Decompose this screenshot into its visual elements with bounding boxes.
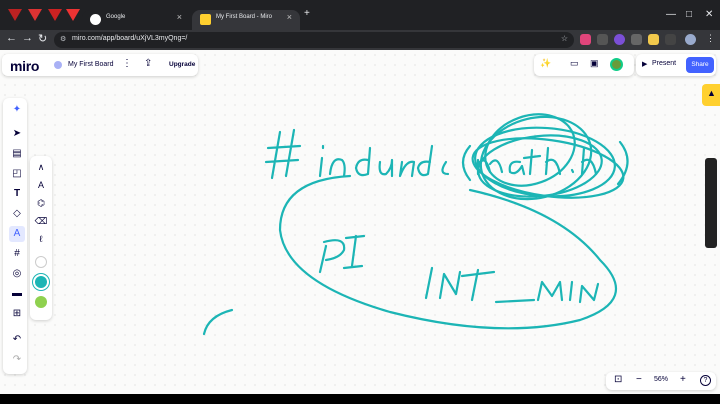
extension-icon[interactable] [631, 34, 642, 45]
freehand-drawing[interactable] [0, 50, 720, 394]
back-icon[interactable]: ← [6, 32, 17, 44]
zoom-in-icon[interactable]: + [680, 374, 686, 385]
stroke-N [438, 270, 462, 300]
stroke-h [544, 146, 562, 176]
browser-toolbar: ← → ↻ ⚙ miro.com/app/board/uXjVL3myQng=/… [0, 30, 720, 50]
stroke-l [378, 158, 394, 178]
stroke-paren-open [461, 144, 472, 182]
fit-screen-icon[interactable]: ⊡ [614, 374, 622, 385]
maximize-button[interactable]: □ [686, 9, 692, 20]
stroke-e [441, 160, 450, 176]
stroke-t [522, 148, 542, 176]
profile-avatar[interactable] [685, 34, 696, 45]
miro-favicon-icon [200, 14, 211, 25]
extension-icon[interactable] [648, 34, 659, 45]
minimize-button[interactable]: — [666, 9, 676, 20]
google-favicon-icon [90, 14, 101, 25]
zoom-level[interactable]: 56% [654, 376, 668, 383]
stroke-arc [202, 308, 234, 336]
stroke-N2 [578, 282, 600, 304]
miro-canvas[interactable]: miro My First Board ⋮ ⇪ Upgrade ✨ ▭ ▣ ▶ … [0, 50, 720, 394]
close-window-button[interactable]: ✕ [705, 9, 713, 20]
stroke-big-loop [278, 174, 617, 330]
address-bar[interactable]: ⚙ miro.com/app/board/uXjVL3myQng=/ ☆ [54, 32, 574, 48]
menu-kebab-icon[interactable]: ⋮ [706, 33, 715, 44]
stroke-u [398, 160, 416, 178]
bottom-bar [0, 394, 720, 404]
extension-icon[interactable] [614, 34, 625, 45]
stroke-a [508, 160, 526, 176]
bookmark-star-icon[interactable]: ☆ [561, 34, 568, 43]
extension-icon[interactable] [580, 34, 591, 45]
stroke-M [536, 280, 564, 302]
browser-tab-bar: Google × My First Board - Miro × + — □ ✕ [0, 0, 720, 30]
new-tab-button[interactable]: + [304, 8, 310, 19]
tab-title: Google [106, 14, 126, 20]
address-text[interactable]: miro.com/app/board/uXjVL3myQng=/ [72, 35, 187, 42]
pinned-tab-4[interactable] [66, 9, 80, 21]
zoom-panel: ⊡ − 56% + ? [606, 372, 716, 390]
extension-icon[interactable] [597, 34, 608, 45]
stroke-c [354, 146, 372, 177]
pinned-tab-2[interactable] [28, 9, 42, 21]
stroke-I3 [568, 280, 574, 302]
site-info-icon[interactable]: ⚙ [60, 35, 66, 43]
stroke-dot [570, 168, 575, 174]
tab-google[interactable]: Google × [82, 10, 190, 30]
stroke-underscore [494, 298, 536, 304]
stroke-I2 [424, 266, 434, 300]
extensions-puzzle-icon[interactable] [665, 34, 676, 45]
stroke-I [342, 234, 366, 270]
stroke-n [328, 158, 346, 178]
stroke-T [460, 268, 496, 302]
help-button[interactable]: ? [700, 375, 711, 386]
close-tab-icon[interactable]: × [287, 12, 292, 22]
pinned-tab-3[interactable] [48, 9, 62, 21]
forward-icon[interactable]: → [22, 32, 33, 44]
pinned-tab-1[interactable] [8, 9, 22, 21]
reload-icon[interactable]: ↻ [38, 32, 47, 45]
stroke-P [318, 239, 346, 274]
tab-title: My First Board - Miro [216, 14, 273, 20]
stroke-d [416, 144, 434, 177]
stroke-hash [264, 128, 302, 180]
tab-miro-board[interactable]: My First Board - Miro × [192, 10, 300, 30]
stroke-i [318, 144, 325, 178]
close-tab-icon[interactable]: × [177, 12, 182, 22]
zoom-out-icon[interactable]: − [636, 374, 642, 385]
